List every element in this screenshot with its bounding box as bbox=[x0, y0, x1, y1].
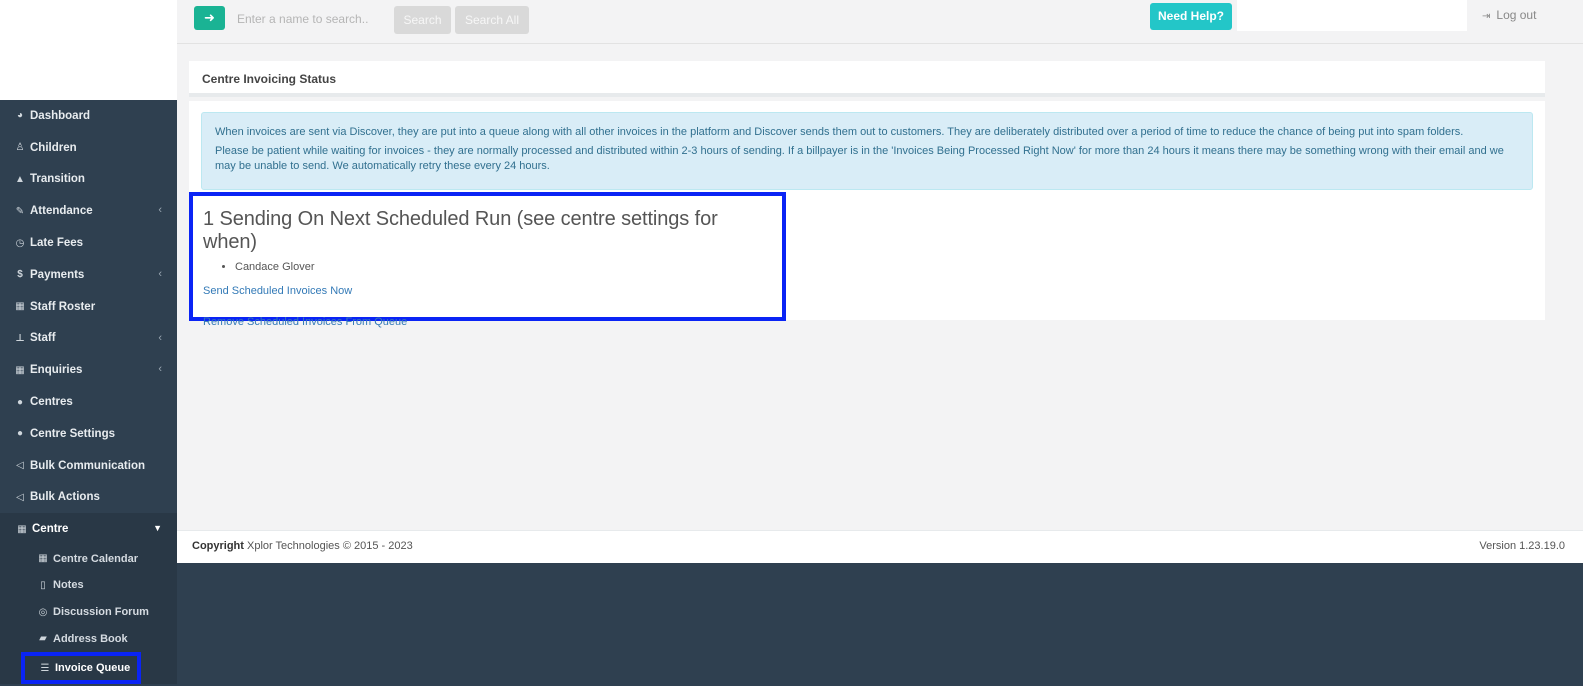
sidebar-item-centres[interactable]: ● Centres bbox=[0, 386, 177, 418]
footer: Copyright Xplor Technologies © 2015 - 20… bbox=[177, 530, 1583, 563]
bullhorn-icon: ◁ bbox=[16, 491, 24, 503]
chevron-left-icon: ‹ bbox=[158, 204, 162, 217]
sidebar-item-label: Centre Settings bbox=[30, 427, 115, 440]
clock-icon: ◷ bbox=[15, 237, 25, 249]
sidebar-item-attendance[interactable]: ✎ Attendance ‹ bbox=[0, 195, 177, 227]
sidebar-item-label: Centre Calendar bbox=[53, 552, 138, 565]
sidebar-subitem-notes[interactable]: ▯ Notes bbox=[0, 572, 177, 599]
sidebar-item-centre[interactable]: ▦ Centre ▼ bbox=[0, 513, 177, 546]
palette-icon: ◕ bbox=[16, 110, 24, 122]
search-all-button[interactable]: Search All bbox=[455, 6, 529, 34]
sidebar-item-label: Payments bbox=[30, 268, 85, 281]
version-text: Version 1.23.19.0 bbox=[1479, 540, 1565, 552]
dollar-icon: $ bbox=[17, 269, 23, 281]
sidebar-item-label: Address Book bbox=[53, 632, 128, 645]
sidebar-item-enquiries[interactable]: ▦ Enquiries ‹ bbox=[0, 354, 177, 386]
file-icon: ▯ bbox=[40, 579, 46, 591]
sidebar-subitem-address-book[interactable]: ▰ Address Book bbox=[0, 626, 177, 653]
sidebar-item-label: Bulk Actions bbox=[30, 491, 100, 504]
sidebar-item-dashboard[interactable]: ◕ Dashboard bbox=[0, 100, 177, 132]
send-scheduled-invoices-link[interactable]: Send Scheduled Invoices Now bbox=[203, 285, 772, 297]
panel-title: Centre Invoicing Status bbox=[189, 61, 1545, 97]
chevron-left-icon: ‹ bbox=[158, 363, 162, 376]
sidebar-item-label: Invoice Queue bbox=[55, 662, 131, 675]
sidebar-item-label: Staff bbox=[30, 332, 56, 345]
comments-icon: ◎ bbox=[38, 606, 48, 618]
sitemap-icon: ⊥ bbox=[15, 332, 25, 344]
search-input[interactable] bbox=[232, 7, 382, 31]
sidebar-item-label: Transition bbox=[30, 173, 85, 186]
alert-text: Please be patient while waiting for invo… bbox=[215, 145, 1504, 172]
sidebar-subitem-discussion-forum[interactable]: ◎ Discussion Forum bbox=[0, 599, 177, 626]
logout-link[interactable]: ⇥ Log out bbox=[1482, 8, 1536, 22]
sidebar-item-staff-roster[interactable]: ▦ Staff Roster bbox=[0, 291, 177, 323]
sidebar: ◕ Dashboard ♙ Children ▲ Transition ✎ At… bbox=[0, 0, 177, 686]
edit-icon: ✎ bbox=[15, 205, 25, 217]
sidebar-item-staff[interactable]: ⊥ Staff ‹ bbox=[0, 323, 177, 355]
chevron-left-icon: ‹ bbox=[158, 267, 162, 280]
search-button[interactable]: Search bbox=[394, 6, 451, 34]
scheduled-queue-section: 1 Sending On Next Scheduled Run (see cen… bbox=[189, 192, 786, 328]
sidebar-item-label: Dashboard bbox=[30, 109, 91, 122]
list-item: Candace Glover bbox=[235, 261, 772, 273]
top-blank-area bbox=[1237, 0, 1467, 31]
sidebar-item-bulk-communication[interactable]: ◁ Bulk Communication bbox=[0, 450, 177, 482]
sidebar-item-label: Attendance bbox=[30, 205, 93, 218]
circle-icon: ● bbox=[16, 428, 24, 440]
sidebar-item-label: Discussion Forum bbox=[53, 606, 149, 619]
chevron-down-icon: ▼ bbox=[153, 523, 162, 534]
sidebar-item-label: Staff Roster bbox=[30, 300, 96, 313]
sidebar-item-label: Late Fees bbox=[30, 237, 84, 250]
remove-scheduled-invoices-link[interactable]: Remove Scheduled Invoices From Queue bbox=[203, 316, 772, 328]
book-icon: ▰ bbox=[39, 633, 47, 645]
chevron-left-icon: ‹ bbox=[158, 331, 162, 344]
info-alert: When invoices are sent via Discover, the… bbox=[201, 112, 1533, 190]
sidebar-subitem-invoice-queue[interactable]: ☰ Invoice Queue bbox=[21, 652, 141, 685]
sidebar-item-children[interactable]: ♙ Children bbox=[0, 132, 177, 164]
logout-label: Log out bbox=[1496, 8, 1537, 22]
alert-text: When invoices are sent via Discover, the… bbox=[215, 126, 1464, 138]
sidebar-item-label: Notes bbox=[53, 579, 84, 592]
arrow-left-icon: ➜ bbox=[204, 10, 215, 25]
sidebar-item-payments[interactable]: $ Payments ‹ bbox=[0, 259, 177, 291]
calendar-icon: ▦ bbox=[38, 553, 48, 565]
sidebar-item-bulk-actions[interactable]: ◁ Bulk Actions bbox=[0, 482, 177, 514]
sidebar-submenu-centre: ▦ Centre Calendar ▯ Notes ◎ Discussion F… bbox=[0, 545, 177, 685]
circle-icon: ● bbox=[16, 396, 24, 408]
sign-out-icon: ⇥ bbox=[1482, 11, 1491, 22]
th-large-icon: ▦ bbox=[15, 364, 25, 376]
back-button[interactable]: ➜ bbox=[194, 6, 225, 30]
top-navbar: ➜ Search Search All Need Help? ⇥ Log out bbox=[177, 0, 1583, 44]
sidebar-item-label: Centre bbox=[32, 523, 69, 536]
sidebar-item-transition[interactable]: ▲ Transition bbox=[0, 164, 177, 196]
queue-heading: 1 Sending On Next Scheduled Run (see cen… bbox=[203, 208, 718, 253]
sidebar-item-centre-settings[interactable]: ● Centre Settings bbox=[0, 418, 177, 450]
page-bottom-background bbox=[177, 563, 1583, 686]
bullhorn-icon: ◁ bbox=[16, 460, 24, 472]
list-icon: ☰ bbox=[40, 662, 50, 674]
sidebar-item-late-fees[interactable]: ◷ Late Fees bbox=[0, 227, 177, 259]
child-icon: ♙ bbox=[15, 142, 25, 154]
sidebar-item-label: Bulk Communication bbox=[30, 459, 146, 472]
panel-body: When invoices are sent via Discover, the… bbox=[189, 101, 1545, 328]
queue-list: Candace Glover bbox=[203, 261, 772, 273]
sidebar-item-label: Children bbox=[30, 141, 77, 154]
copyright-text: Xplor Technologies © 2015 - 2023 bbox=[243, 540, 413, 552]
th-large-icon: ▦ bbox=[17, 523, 27, 535]
need-help-button[interactable]: Need Help? bbox=[1150, 3, 1232, 30]
calendar-icon: ▦ bbox=[15, 301, 25, 313]
sidebar-logo-area bbox=[0, 0, 177, 100]
sidebar-nav: ◕ Dashboard ♙ Children ▲ Transition ✎ At… bbox=[0, 100, 177, 546]
sidebar-item-label: Centres bbox=[30, 396, 73, 409]
copyright-label: Copyright bbox=[192, 540, 244, 552]
graduation-cap-icon: ▲ bbox=[15, 173, 25, 185]
sidebar-subitem-centre-calendar[interactable]: ▦ Centre Calendar bbox=[0, 545, 177, 572]
sidebar-item-label: Enquiries bbox=[30, 364, 83, 377]
